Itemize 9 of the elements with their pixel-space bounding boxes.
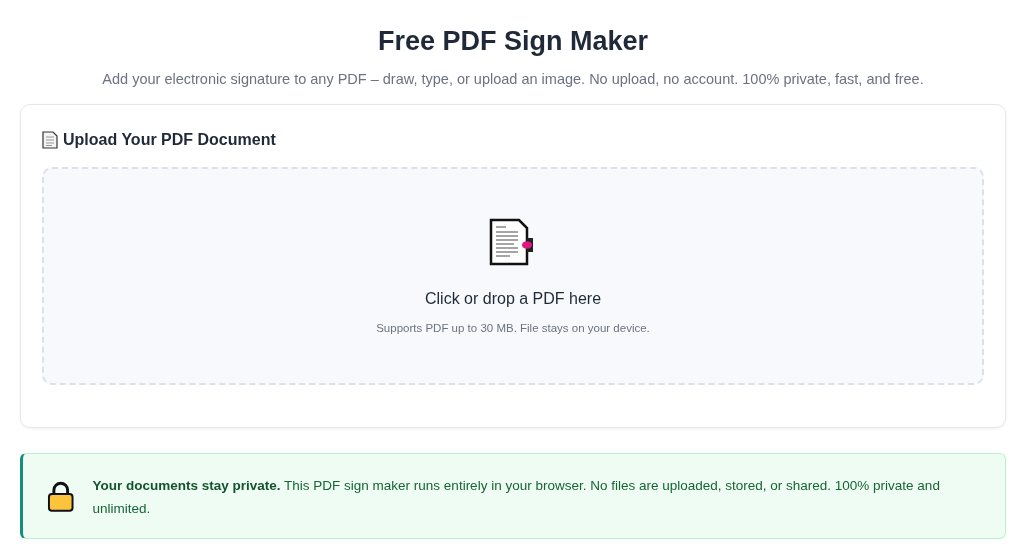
- drop-zone[interactable]: Click or drop a PDF here Supports PDF up to 30 MB. File stays on your device.: [42, 167, 984, 385]
- privacy-text: Your documents stay private. This PDF sign maker runs entirely in your browser. No files are uploaded, stored, or shared. 100% private and unlimited.: [92, 477, 941, 518]
- lock-icon: [47, 481, 75, 513]
- document-icon: [42, 131, 58, 149]
- page-subtitle: Add your electronic signature to any PDF – draw, type, or upload an image. No upload, no account. 100% private, fast, and free.: [101, 71, 925, 87]
- card-heading: Upload Your PDF Document: [63, 131, 276, 149]
- drop-hint: Supports PDF up to 30 MB. File stays on your device.: [376, 322, 650, 334]
- drop-prompt: Click or drop a PDF here: [424, 290, 602, 308]
- page-title: Free PDF Sign Maker: [376, 26, 650, 57]
